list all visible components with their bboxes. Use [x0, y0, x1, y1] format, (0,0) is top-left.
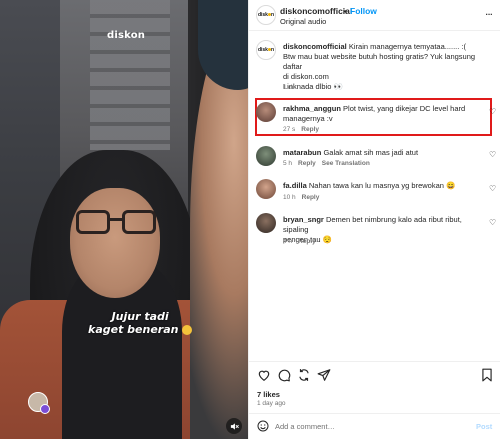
reel-video[interactable]: diskon Jujur tadi kaget beneran — [0, 0, 248, 439]
comment-username[interactable]: fa.dilla — [283, 181, 307, 190]
caption-author-avatar[interactable]: disk n — [256, 40, 276, 60]
repost-icon[interactable] — [297, 368, 311, 382]
comment-body-line1: Nahan tawa kan lu masnya yg brewokan 😄 — [308, 181, 456, 190]
video-watermark: diskon — [107, 30, 146, 41]
post-header: disk n diskoncomofficial • Follow Origina… — [249, 0, 500, 31]
heart-icon[interactable] — [257, 368, 271, 382]
comment-meta: 5 h Reply See Translation — [283, 160, 370, 167]
add-comment-row: Post — [249, 413, 500, 439]
commenter-avatar[interactable] — [256, 102, 276, 122]
comment-text: rakhma_anggun Plot twist, yang dikejar D… — [283, 104, 473, 124]
mute-button[interactable] — [226, 418, 242, 434]
add-comment-input[interactable] — [275, 420, 465, 433]
comment-username[interactable]: rakhma_anggun — [283, 104, 341, 113]
caption-line1: Kirain managernya temyataa....... :( — [348, 42, 466, 51]
caption-line2: Btw mau buat website butuh hosting grati… — [283, 52, 476, 71]
author-avatar[interactable]: disk n — [256, 5, 276, 25]
comment-text: matarabun Galak amat sih mas jadi atut — [283, 148, 473, 158]
video-stairs — [90, 0, 170, 150]
comment-meta: 10 h Reply — [283, 194, 319, 201]
caption-username[interactable]: diskoncomofficial — [283, 42, 347, 51]
share-icon[interactable] — [317, 368, 331, 382]
more-options-icon[interactable]: ... — [485, 4, 493, 18]
comment-meta: 27 s Reply — [283, 126, 319, 133]
comment-time: 27 s — [283, 126, 296, 133]
follow-button[interactable]: Follow — [350, 6, 377, 16]
smile-emoji-icon — [182, 325, 193, 336]
like-comment-heart-icon[interactable]: ♡ — [489, 184, 496, 193]
original-audio-link[interactable]: Original audio — [280, 17, 326, 26]
like-comment-heart-icon[interactable]: ♡ — [489, 150, 496, 159]
caption-time: 1 d — [283, 84, 293, 91]
reply-button[interactable]: Reply — [298, 160, 316, 167]
post-time-ago: 1 day ago — [257, 400, 286, 407]
video-caption-line2: kaget beneran — [88, 323, 179, 337]
likes-count[interactable]: 7 likes — [257, 390, 280, 399]
reply-button[interactable]: Reply — [302, 194, 320, 201]
comment-meta: 4 h Reply — [283, 238, 316, 245]
like-comment-heart-icon[interactable]: ♡ — [489, 218, 496, 227]
comment-icon[interactable] — [277, 368, 291, 382]
music-badge-icon — [40, 404, 50, 414]
video-person-face — [70, 188, 160, 298]
post-button[interactable]: Post — [476, 422, 492, 431]
comment-time: 4 h — [283, 238, 293, 245]
author-username[interactable]: diskoncomofficial — [280, 6, 352, 16]
commenter-avatar[interactable] — [256, 213, 276, 233]
post-panel: disk n diskoncomofficial • Follow Origina… — [248, 0, 500, 439]
video-caption-line1: Jujur tadi — [111, 310, 169, 323]
commenter-avatar[interactable] — [256, 146, 276, 166]
comment-body-line1: Plot twist, yang dikejar DC level hard — [343, 104, 466, 113]
reply-button[interactable]: Reply — [298, 238, 316, 245]
like-comment-heart-icon[interactable]: ♡ — [489, 107, 496, 116]
comment-username[interactable]: matarabun — [283, 148, 321, 157]
emoji-icon[interactable] — [257, 420, 269, 432]
caption-text: diskoncomofficial Kirain managernya temy… — [283, 42, 495, 92]
see-translation-button[interactable]: See Translation — [322, 160, 370, 167]
bookmark-icon[interactable] — [480, 368, 494, 382]
video-caption: Jujur tadi kaget beneran — [88, 310, 193, 337]
comment-body-line2: managernya :v — [283, 114, 333, 123]
comment-text: fa.dilla Nahan tawa kan lu masnya yg bre… — [283, 181, 473, 191]
comment-time: 5 h — [283, 160, 293, 167]
comment-username[interactable]: bryan_sngr — [283, 215, 324, 224]
header-separator: • — [344, 6, 347, 16]
reply-button[interactable]: Reply — [301, 126, 319, 133]
caption-line3: di diskon.com — [283, 72, 329, 81]
comment-body-line1: Galak amat sih mas jadi atut — [323, 148, 419, 157]
speaker-muted-icon — [230, 422, 239, 430]
video-person-glasses — [76, 210, 156, 236]
comment-time: 10 h — [283, 194, 296, 201]
commenter-avatar[interactable] — [256, 179, 276, 199]
